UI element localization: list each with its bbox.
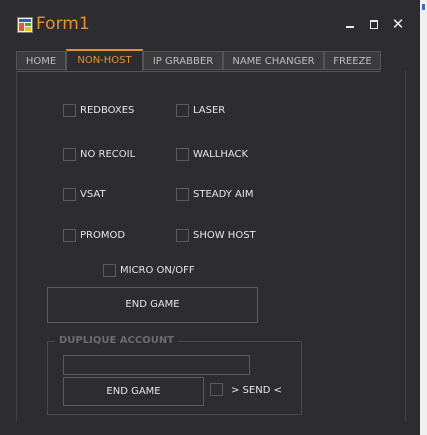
promod-label: PROMOD	[80, 230, 126, 241]
group-title: DUPLIQUE ACCOUNT	[55, 334, 179, 348]
no-recoil-checkbox[interactable]	[63, 148, 76, 161]
steady-aim-checkbox[interactable]	[176, 188, 189, 201]
tab-freeze[interactable]: FREEZE	[324, 51, 381, 70]
window-title: Form1	[36, 14, 90, 34]
redboxes-label: REDBOXES	[80, 105, 135, 116]
end-game-button[interactable]: END GAME	[47, 287, 258, 323]
promod-checkbox[interactable]	[63, 229, 76, 242]
title-bar: Form1 ✕	[0, 0, 420, 48]
show-host-label: SHOW HOST	[193, 230, 256, 241]
tab-ip-grabber[interactable]: IP GRABBER	[143, 51, 223, 70]
micro-checkbox[interactable]	[103, 264, 116, 277]
close-button[interactable]: ✕	[387, 13, 409, 35]
group-end-game-label: END GAME	[106, 386, 161, 397]
main-window: Form1 ✕ HOME NON-HOST IP GRABBER NAME CH…	[0, 0, 420, 435]
steady-aim-label: STEADY AIM	[193, 189, 254, 200]
wallhack-label: WALLHACK	[193, 149, 249, 160]
minimize-button[interactable]	[340, 13, 362, 35]
no-recoil-label: NO RECOIL	[80, 149, 136, 160]
close-icon: ✕	[391, 15, 405, 33]
show-host-checkbox[interactable]	[176, 229, 189, 242]
end-game-label: END GAME	[125, 299, 180, 310]
wallhack-checkbox[interactable]	[176, 148, 189, 161]
tab-home[interactable]: HOME	[16, 51, 66, 70]
tab-label: NAME CHANGER	[232, 56, 315, 67]
account-input[interactable]	[63, 355, 250, 375]
redboxes-checkbox[interactable]	[63, 104, 76, 117]
laser-label: LASER	[193, 105, 226, 116]
micro-label: MICRO ON/OFF	[120, 265, 195, 276]
background-window-edge	[420, 0, 427, 435]
vsat-label: VSAT	[80, 189, 106, 200]
app-icon	[17, 17, 33, 33]
tab-non-host[interactable]: NON-HOST	[66, 49, 143, 72]
tab-label: NON-HOST	[77, 55, 132, 66]
tab-label: IP GRABBER	[152, 56, 214, 67]
maximize-button[interactable]	[364, 13, 386, 35]
maximize-icon	[370, 20, 378, 29]
minimize-icon	[346, 26, 354, 28]
tab-name-changer[interactable]: NAME CHANGER	[223, 51, 324, 70]
laser-checkbox[interactable]	[176, 104, 189, 117]
group-end-game-button[interactable]: END GAME	[63, 377, 204, 406]
send-label: > SEND <	[231, 385, 282, 396]
tab-label: HOME	[25, 56, 57, 67]
send-checkbox[interactable]	[210, 383, 223, 396]
tab-label: FREEZE	[333, 56, 372, 67]
edge-mark	[422, 4, 425, 10]
vsat-checkbox[interactable]	[63, 188, 76, 201]
